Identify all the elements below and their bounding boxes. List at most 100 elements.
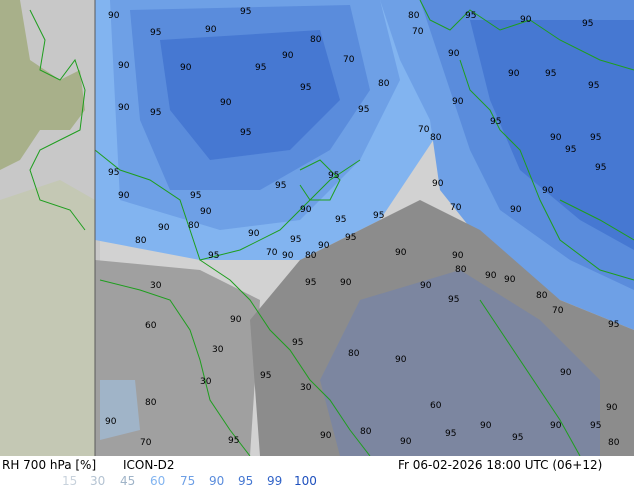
contour-label: 70: [140, 438, 152, 448]
contour-label: 95: [545, 69, 556, 79]
contour-label: 95: [240, 128, 251, 138]
weather-map: 90 95 90 95 90 90 95 90 95 90 95 80 70 8…: [0, 0, 634, 456]
contour-label: 90: [432, 179, 444, 189]
contour-label: 95: [275, 181, 286, 191]
contour-label: 95: [465, 11, 476, 21]
contour-label: 95: [328, 171, 339, 181]
valid-time-label: Fr 06-02-2026 18:00 UTC (06+12): [398, 458, 603, 472]
contour-label: 95: [595, 163, 606, 173]
contour-label: 90: [395, 355, 407, 365]
variable-label: RH 700 hPa [%]: [2, 458, 97, 472]
contour-label: 30: [300, 383, 312, 393]
contour-label: 90: [520, 15, 532, 25]
legend-value: 90: [209, 474, 225, 488]
contour-label: 90: [448, 49, 460, 59]
contour-label: 95: [608, 320, 619, 330]
contour-label: 95: [240, 7, 251, 17]
contour-label: 90: [420, 281, 432, 291]
contour-label: 95: [300, 83, 311, 93]
contour-label: 90: [320, 431, 332, 441]
contour-label: 95: [260, 371, 271, 381]
contour-label: 95: [490, 117, 501, 127]
land-patch-south: [0, 180, 95, 456]
contour-label: 80: [378, 79, 390, 89]
contour-label: 90: [510, 205, 522, 215]
contour-label: 95: [590, 133, 601, 143]
contour-label: 70: [412, 27, 424, 37]
contour-label: 95: [228, 436, 239, 446]
legend-value: 75: [180, 474, 196, 488]
contour-label: 95: [208, 251, 219, 261]
contour-label: 80: [360, 427, 372, 437]
contour-label: 90: [452, 97, 464, 107]
contour-label: 90: [550, 421, 562, 431]
contour-label: 90: [248, 229, 260, 239]
contour-label: 95: [582, 19, 593, 29]
contour-label: 70: [266, 248, 278, 258]
contour-label: 90: [508, 69, 520, 79]
contour-label: 90: [180, 63, 192, 73]
contour-label: 95: [305, 278, 316, 288]
contour-label: 90: [220, 98, 232, 108]
contour-label: 95: [255, 63, 266, 73]
contour-label: 90: [400, 437, 412, 447]
contour-label: 80: [408, 11, 420, 21]
contour-label: 60: [430, 401, 442, 411]
contour-label: 95: [150, 28, 161, 38]
contour-label: 90: [158, 223, 170, 233]
contour-label: 30: [200, 377, 212, 387]
contour-label: 70: [343, 55, 355, 65]
contour-label: 95: [588, 81, 599, 91]
contour-label: 95: [190, 191, 201, 201]
contour-label: 90: [485, 271, 497, 281]
contour-label: 30: [212, 345, 224, 355]
contour-label: 95: [445, 429, 456, 439]
contour-label: 95: [373, 211, 384, 221]
contour-label: 90: [550, 133, 562, 143]
contour-label: 90: [542, 186, 554, 196]
contour-label: 80: [348, 349, 360, 359]
model-label: ICON-D2: [123, 458, 175, 472]
contour-label: 80: [305, 251, 317, 261]
contour-label: 90: [105, 417, 117, 427]
contour-label: 30: [150, 281, 162, 291]
contour-label: 95: [448, 295, 459, 305]
contour-label: 90: [606, 403, 618, 413]
contour-label: 95: [292, 338, 303, 348]
contour-label: 80: [188, 221, 200, 231]
contour-label: 95: [512, 433, 523, 443]
contour-label: 95: [108, 168, 119, 178]
contour-label: 90: [395, 248, 407, 258]
contour-label: 95: [335, 215, 346, 225]
contour-label: 90: [504, 275, 516, 285]
contour-label: 95: [565, 145, 576, 155]
legend-value: 99: [267, 474, 283, 488]
contour-label: 70: [418, 125, 430, 135]
contour-label: 90: [118, 61, 130, 71]
contour-label: 60: [145, 321, 157, 331]
humidity-patch: [100, 380, 140, 440]
contour-label: 95: [150, 108, 161, 118]
legend-value: 45: [120, 474, 136, 488]
contour-label: 80: [145, 398, 157, 408]
contour-label: 90: [200, 207, 212, 217]
contour-label: 90: [480, 421, 492, 431]
contour-label: 80: [430, 133, 442, 143]
contour-label: 90: [560, 368, 572, 378]
contour-label: 90: [318, 241, 330, 251]
contour-label: 95: [290, 235, 301, 245]
contour-label: 90: [300, 205, 312, 215]
contour-label: 90: [282, 51, 294, 61]
contour-label: 95: [345, 233, 356, 243]
legend-value: 100: [294, 474, 317, 488]
legend-value: 30: [90, 474, 106, 488]
contour-label: 80: [608, 438, 620, 448]
contour-label: 70: [552, 306, 564, 316]
legend-value: 95: [238, 474, 254, 488]
contour-label: 90: [340, 278, 352, 288]
contour-label: 70: [450, 203, 462, 213]
contour-label: 90: [118, 103, 130, 113]
contour-label: 90: [452, 251, 464, 261]
contour-label: 80: [536, 291, 548, 301]
contour-label: 80: [310, 35, 322, 45]
